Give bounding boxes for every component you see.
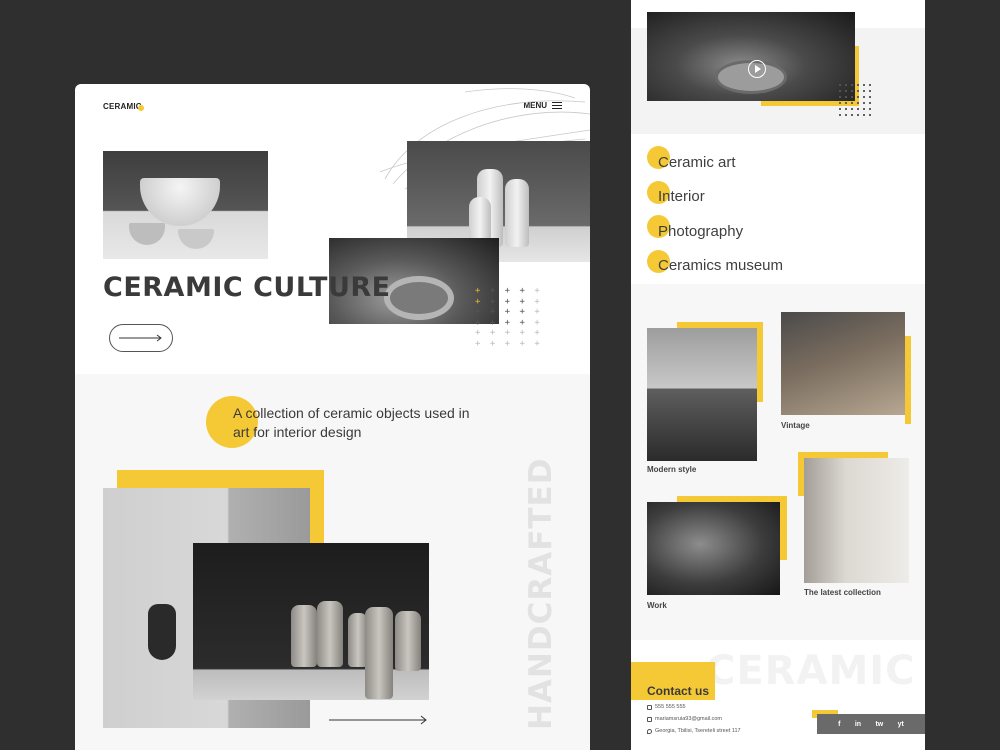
intro-text: A collection of ceramic objects used in … bbox=[233, 405, 470, 440]
dot-pattern bbox=[837, 82, 873, 118]
mail-icon bbox=[647, 716, 652, 722]
pottery-video-thumbnail[interactable] bbox=[647, 12, 855, 101]
twitter-icon[interactable]: tw bbox=[875, 721, 883, 728]
accent-block bbox=[905, 336, 911, 424]
phone-text: 555 555 555 bbox=[655, 704, 686, 710]
category-label: Interior bbox=[658, 188, 705, 206]
gallery-section: Modern style Vintage The latest collecti… bbox=[631, 284, 925, 640]
youtube-icon[interactable]: yt bbox=[898, 721, 904, 728]
location-icon bbox=[647, 728, 652, 734]
footer-watermark: CERAMIC bbox=[706, 648, 916, 694]
plus-pattern: + + + + + + + + + + + + + + + + + + + + … bbox=[475, 286, 542, 349]
hero-title: CERAMIC CULTURE bbox=[103, 272, 391, 303]
hero-arrow-button[interactable] bbox=[109, 324, 173, 352]
contact-title: Contact us bbox=[647, 684, 710, 698]
handcrafted-vertical-text: HANDCRAFTED bbox=[523, 457, 559, 730]
landing-card: CERAMIC MENU + + + + + + + + + + + + + +… bbox=[75, 84, 590, 750]
contact-address: Georgia, Tbilisi, Tsereteli street 117 bbox=[647, 728, 741, 734]
address-text: Georgia, Tbilisi, Tsereteli street 117 bbox=[655, 728, 741, 734]
category-item[interactable]: Ceramic art bbox=[647, 146, 772, 181]
category-item[interactable]: Ceramics museum bbox=[647, 249, 783, 285]
latest-collection-photo[interactable] bbox=[804, 458, 909, 583]
modern-style-photo[interactable] bbox=[647, 328, 757, 461]
gallery-caption-vintage: Vintage bbox=[781, 421, 810, 430]
category-label: Ceramics museum bbox=[658, 257, 784, 275]
contact-phone[interactable]: 555 555 555 bbox=[647, 704, 686, 710]
logo[interactable]: CERAMIC bbox=[103, 102, 142, 111]
footer: CERAMIC Contact us 555 555 555 mariamsru… bbox=[631, 640, 925, 750]
long-arrow-icon[interactable] bbox=[329, 714, 429, 726]
intro-section: A collection of ceramic objects used in … bbox=[75, 374, 590, 750]
linkedin-icon[interactable]: in bbox=[855, 721, 861, 728]
contact-email[interactable]: mariamsruia93@gmail.com bbox=[647, 716, 722, 722]
category-label: Photography bbox=[658, 222, 744, 240]
bowls-photo bbox=[103, 151, 268, 259]
work-photo[interactable] bbox=[647, 502, 780, 595]
category-label: Ceramic art bbox=[658, 153, 736, 171]
vintage-photo[interactable] bbox=[781, 312, 905, 415]
bottles-photo bbox=[193, 543, 429, 700]
gallery-caption-modern: Modern style bbox=[647, 465, 697, 474]
social-bar: f in tw yt bbox=[817, 714, 925, 734]
play-icon[interactable] bbox=[748, 60, 766, 78]
category-item[interactable]: Photography bbox=[647, 215, 772, 250]
category-list: Ceramic art Interior Photography Ceramic… bbox=[647, 146, 783, 285]
gallery-caption-work: Work bbox=[647, 601, 667, 610]
phone-icon bbox=[647, 704, 652, 710]
category-item[interactable]: Interior bbox=[647, 180, 772, 216]
detail-panel: Ceramic art Interior Photography Ceramic… bbox=[631, 0, 925, 750]
gallery-caption-latest: The latest collection bbox=[804, 588, 881, 597]
logo-dot bbox=[138, 105, 144, 111]
email-text: mariamsruia93@gmail.com bbox=[655, 716, 723, 722]
arrow-right-icon bbox=[119, 334, 162, 342]
facebook-icon[interactable]: f bbox=[838, 721, 840, 728]
